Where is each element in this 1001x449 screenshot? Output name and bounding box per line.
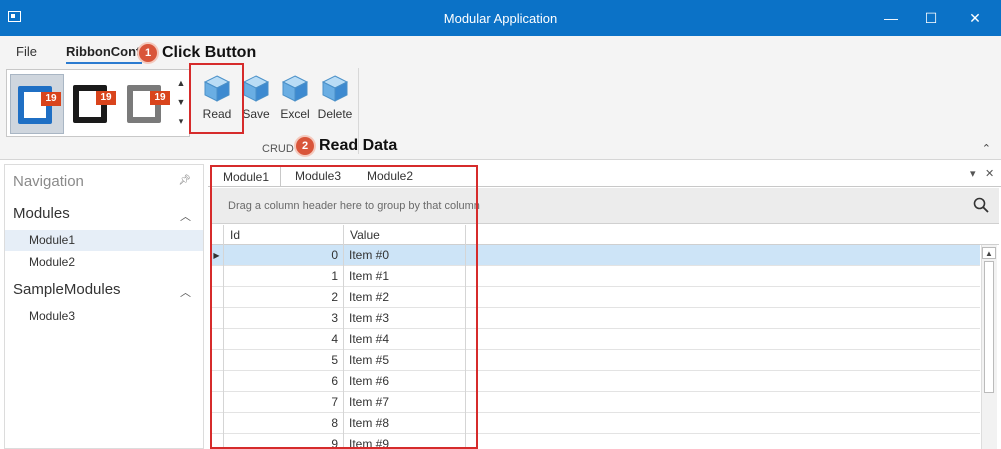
chevron-up-icon[interactable]: ︿: [180, 284, 191, 300]
gallery-scroll[interactable]: ▲ ▼ ▾: [175, 74, 187, 134]
annotation-click-button: 1 Click Button: [139, 44, 256, 62]
maximize-button[interactable]: ☐: [917, 5, 945, 31]
gallery-up-icon[interactable]: ▲: [175, 74, 187, 93]
annotation-number: 1: [139, 44, 157, 62]
delete-button-label: Delete: [317, 107, 353, 121]
ribbon: File RibbonCont 1 Click Button 19 19 19 …: [0, 36, 1001, 160]
gallery-item-office-black[interactable]: 19: [66, 74, 120, 134]
annotation-number: 2: [296, 137, 314, 155]
navigation-panel: Navigation 📌︎ Modules ︿ Module1 Module2 …: [4, 164, 204, 449]
nav-group-modules[interactable]: Modules: [13, 205, 70, 222]
vertical-scrollbar[interactable]: ▲: [981, 245, 997, 449]
tab-file[interactable]: File: [16, 44, 37, 59]
excel-button-label: Excel: [280, 107, 310, 121]
chevron-up-icon[interactable]: ︿: [180, 208, 191, 224]
nav-item-module2[interactable]: Module2: [5, 252, 203, 273]
nav-item-module1[interactable]: Module1: [5, 230, 203, 251]
annotation-read-data: 2 Read Data: [296, 137, 397, 155]
version-badge: 19: [41, 92, 61, 106]
title-bar: Modular Application — ☐ ✕: [0, 0, 1001, 36]
excel-button[interactable]: Excel: [276, 74, 314, 121]
close-tab-icon[interactable]: ✕: [985, 167, 994, 180]
search-icon[interactable]: [973, 197, 989, 213]
gallery-item-office-gray[interactable]: 19: [120, 74, 174, 134]
active-tab-indicator: [66, 62, 142, 64]
gallery-item-office-blue[interactable]: 19: [10, 74, 64, 134]
cube-icon: [321, 75, 349, 102]
annotation-text: Click Button: [162, 44, 257, 61]
theme-gallery: 19 19 19 ▲ ▼ ▾: [6, 69, 190, 137]
crud-group-label: CRUD: [262, 143, 294, 155]
nav-group-samplemodules[interactable]: SampleModules: [13, 281, 121, 298]
gallery-down-icon[interactable]: ▼: [175, 93, 187, 112]
version-badge: 19: [150, 91, 170, 105]
collapse-ribbon-icon[interactable]: ⌃: [982, 142, 991, 155]
app-window: Modular Application — ☐ ✕ File RibbonCon…: [0, 0, 1001, 449]
version-badge: 19: [96, 91, 116, 105]
scroll-up-icon[interactable]: ▲: [982, 247, 996, 259]
pin-icon[interactable]: 📌︎: [178, 175, 191, 186]
read-button-highlight: [189, 63, 244, 134]
cube-icon: [242, 75, 270, 102]
tab-list-dropdown-icon[interactable]: ▾: [970, 167, 976, 180]
delete-button[interactable]: Delete: [316, 74, 354, 121]
scroll-thumb[interactable]: [984, 261, 994, 393]
minimize-button[interactable]: —: [877, 5, 905, 31]
navigation-title: Navigation: [13, 173, 84, 190]
grid-highlight: [210, 165, 478, 449]
annotation-text: Read Data: [319, 137, 398, 154]
nav-item-module3[interactable]: Module3: [5, 306, 203, 327]
window-title: Modular Application: [443, 11, 558, 26]
tab-ribbon-content[interactable]: RibbonCont: [66, 44, 142, 59]
close-button[interactable]: ✕: [961, 5, 989, 31]
gallery-expand-icon[interactable]: ▾: [175, 112, 187, 131]
cube-icon: [281, 75, 309, 102]
